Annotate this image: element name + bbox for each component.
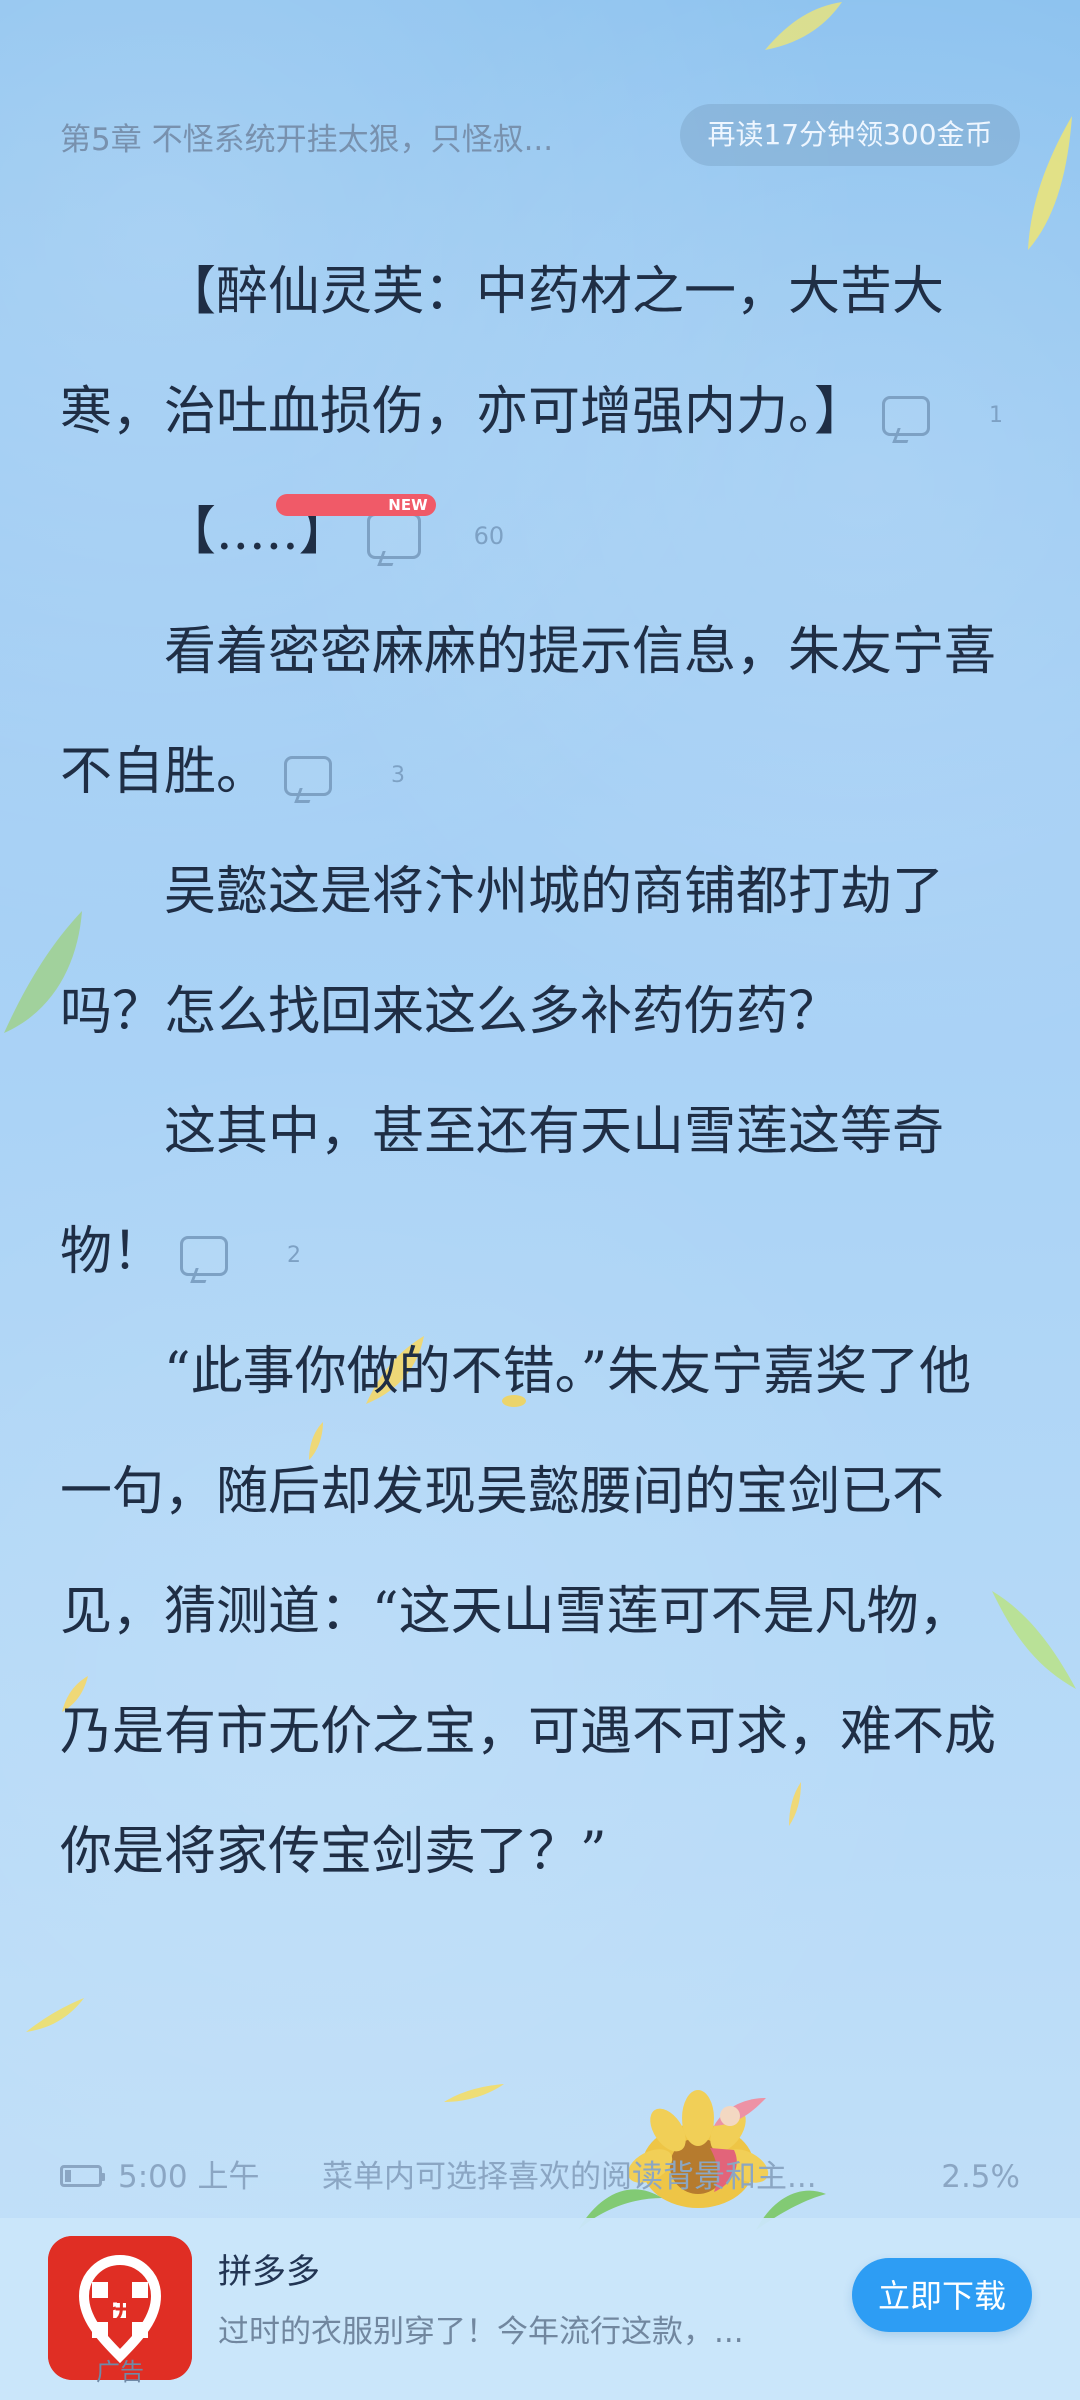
- reading-progress: 2.5%: [941, 2159, 1020, 2195]
- paragraph-text: “此事你做的不错。”朱友宁嘉奖了他一句，随后却发现吴懿腰间的宝剑已不见，猜测道：…: [60, 1342, 997, 1882]
- decorative-leaf-right-upper: [1028, 116, 1072, 250]
- decorative-petal-6: [26, 1998, 84, 2032]
- paragraph-text: 看着密密麻麻的提示信息，朱友宁喜不自胜。: [60, 622, 997, 802]
- battery-fill: [65, 2170, 71, 2182]
- reader-status-bar: 5:00 上午 菜单内可选择喜欢的阅读背景和主... 2.5%: [60, 2152, 1020, 2202]
- chapter-title[interactable]: 第5章 不怪系统开挂太狠，只怪叔...: [60, 114, 620, 159]
- battery-icon: [60, 2165, 105, 2187]
- decorative-petal-7: [444, 2084, 504, 2102]
- comment-badge[interactable]: 1: [882, 395, 1003, 436]
- status-time: 5:00 上午: [118, 2159, 260, 2195]
- ad-description[interactable]: 过时的衣服别穿了！今年流行这款，...: [218, 2306, 838, 2351]
- comment-count: 3: [391, 762, 406, 788]
- comment-count: 2: [287, 1242, 302, 1268]
- ad-title[interactable]: 拼多多: [218, 2244, 320, 2293]
- paragraph-1: 【醉仙灵芙：中药材之一，大苦大寒，治吐血损伤，亦可增强内力。】 1: [60, 232, 1020, 472]
- paragraph-text: 吴懿这是将汴州城的商铺都打劫了吗？怎么找回来这么多补药伤药？: [60, 862, 945, 1042]
- menu-hint: 菜单内可选择喜欢的阅读背景和主...: [322, 2159, 817, 2195]
- ad-label: 广告: [96, 2358, 144, 2386]
- ad-banner[interactable]: 拼 广告 拼多多 过时的衣服别穿了！今年流行这款，... 立即下载: [0, 2218, 1080, 2400]
- comment-badge[interactable]: 2: [180, 1235, 301, 1276]
- reader-top-bar: 第5章 不怪系统开挂太狠，只怪叔... 再读17分钟领300金币: [60, 104, 1020, 166]
- pinduoduo-logo-char: 拼: [106, 2292, 134, 2325]
- battery-tip: [101, 2173, 105, 2181]
- paragraph-2: 【.....】 60 NEW: [60, 472, 1020, 592]
- comment-badge[interactable]: 60 NEW: [276, 493, 504, 559]
- reading-content: 【醉仙灵芙：中药材之一，大苦大寒，治吐血损伤，亦可增强内力。】 1 【.....】…: [60, 232, 1020, 1912]
- new-badge: NEW: [276, 493, 436, 516]
- decorative-leaf-top-right: [765, 2, 842, 50]
- comment-badge[interactable]: 3: [284, 755, 405, 796]
- paragraph-5: 这其中，甚至还有天山雪莲这等奇物！ 2: [60, 1072, 1020, 1312]
- paragraph-text: 【醉仙灵芙：中药材之一，大苦大寒，治吐血损伤，亦可增强内力。】: [60, 262, 945, 442]
- paragraph-4: 吴懿这是将汴州城的商铺都打劫了吗？怎么找回来这么多补药伤药？: [60, 832, 1020, 1072]
- paragraph-3: 看着密密麻麻的提示信息，朱友宁喜不自胜。 3: [60, 592, 1020, 832]
- download-button[interactable]: 立即下载: [852, 2258, 1032, 2332]
- reading-reward-pill[interactable]: 再读17分钟领300金币: [680, 104, 1020, 166]
- paragraph-6: “此事你做的不错。”朱友宁嘉奖了他一句，随后却发现吴懿腰间的宝剑已不见，猜测道：…: [60, 1312, 1020, 1912]
- comment-count: 1: [989, 402, 1004, 428]
- comment-count: 60: [473, 521, 505, 550]
